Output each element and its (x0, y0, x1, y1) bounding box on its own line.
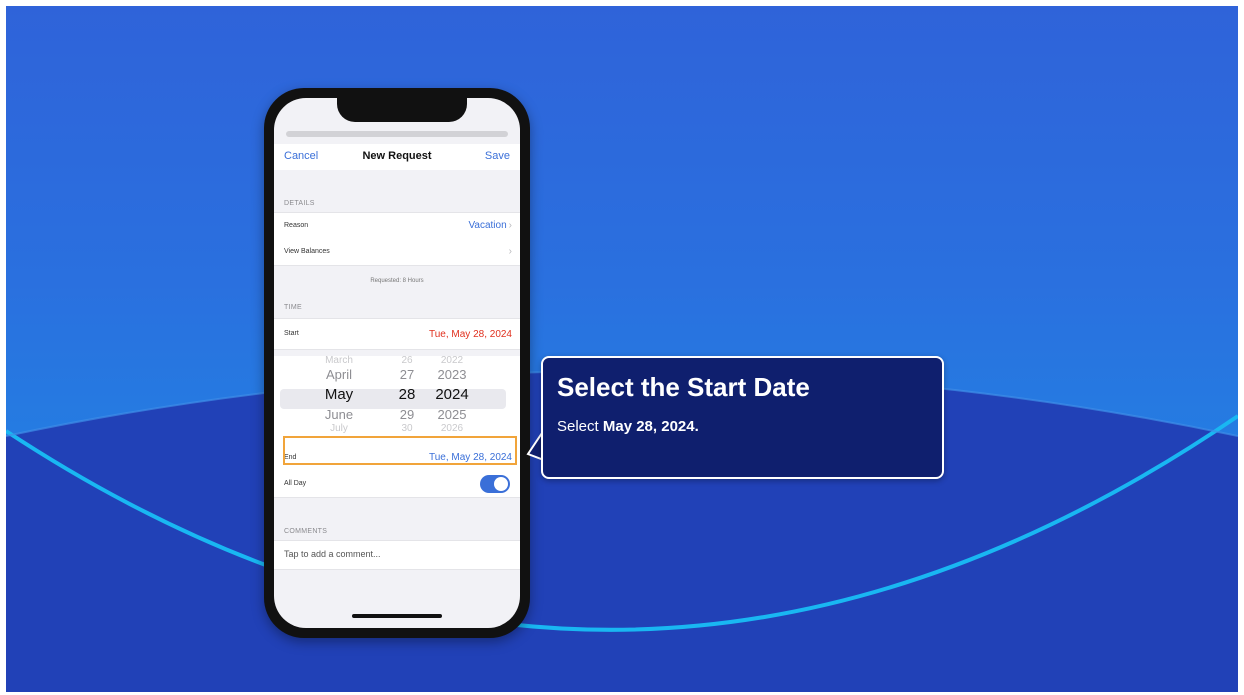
save-button[interactable]: Save (485, 150, 510, 162)
picker-month-option[interactable]: July (296, 424, 382, 434)
comments-section-label: COMMENTS (284, 528, 328, 535)
phone-screen: Cancel New Request Save DETAILS Reason V… (274, 98, 520, 628)
picker-month-column[interactable]: March April May June July (296, 356, 382, 434)
chevron-right-icon: › (508, 220, 512, 231)
all-day-toggle[interactable] (480, 475, 510, 493)
instruction-prefix: Select (557, 418, 603, 435)
picker-year-option[interactable]: 2022 (424, 356, 480, 366)
start-row[interactable]: Start Tue, May 28, 2024 (274, 318, 520, 350)
details-section-label: DETAILS (284, 200, 315, 207)
picker-year-option[interactable]: 2023 (424, 366, 480, 384)
time-section-label: TIME (284, 304, 302, 311)
instruction-date: May 28, 2024. (602, 418, 699, 435)
picker-year-column[interactable]: 2022 2023 2024 2025 2026 (424, 356, 480, 434)
all-day-row: All Day (274, 471, 520, 498)
callout-title: Select the Start Date (557, 372, 810, 402)
start-value: Tue, May 28, 2024 (428, 329, 512, 340)
date-picker-wheel[interactable]: March April May June July 26 27 28 29 30… (274, 356, 520, 444)
picker-day-option[interactable]: 30 (392, 424, 422, 434)
all-day-label: All Day (284, 480, 307, 487)
phone-notch (337, 98, 467, 122)
start-label: Start (284, 330, 299, 337)
nav-bar: Cancel New Request Save (274, 144, 520, 170)
toggle-knob (494, 477, 508, 491)
end-row-highlight[interactable] (283, 436, 517, 465)
tutorial-stage: Cancel New Request Save DETAILS Reason V… (6, 6, 1238, 692)
reason-row[interactable]: Reason Vacation › (274, 212, 520, 240)
picker-month-option[interactable]: April (296, 366, 382, 384)
home-indicator (352, 614, 442, 618)
picker-month-option[interactable]: June (296, 406, 382, 424)
view-balances-row[interactable]: View Balances › (274, 239, 520, 266)
picker-day-option[interactable]: 29 (392, 406, 422, 424)
picker-month-option[interactable]: March (296, 356, 382, 366)
chevron-right-icon: › (508, 246, 512, 257)
picker-day-option[interactable]: 26 (392, 356, 422, 366)
background-arc (6, 370, 1238, 692)
picker-month-selected[interactable]: May (296, 384, 382, 406)
picker-year-option[interactable]: 2026 (424, 424, 480, 434)
callout-instruction: Select May 28, 2024. (557, 418, 699, 435)
view-balances-label: View Balances (284, 248, 330, 255)
reason-label: Reason (284, 222, 309, 229)
picker-year-selected[interactable]: 2024 (424, 384, 480, 406)
sheet-grabber (286, 131, 508, 137)
requested-hours-note: Requested: 8 Hours (370, 278, 424, 284)
nav-title: New Request (362, 150, 432, 162)
reason-value: Vacation (468, 220, 507, 231)
picker-day-column[interactable]: 26 27 28 29 30 (392, 356, 422, 434)
picker-day-selected[interactable]: 28 (392, 384, 422, 406)
phone-mockup: Cancel New Request Save DETAILS Reason V… (264, 88, 530, 638)
comment-placeholder: Tap to add a comment... (284, 549, 381, 559)
picker-year-option[interactable]: 2025 (424, 406, 480, 424)
picker-day-option[interactable]: 27 (392, 366, 422, 384)
instruction-callout: Select the Start Date Select May 28, 202… (541, 356, 944, 479)
comment-field[interactable]: Tap to add a comment... (274, 540, 520, 570)
